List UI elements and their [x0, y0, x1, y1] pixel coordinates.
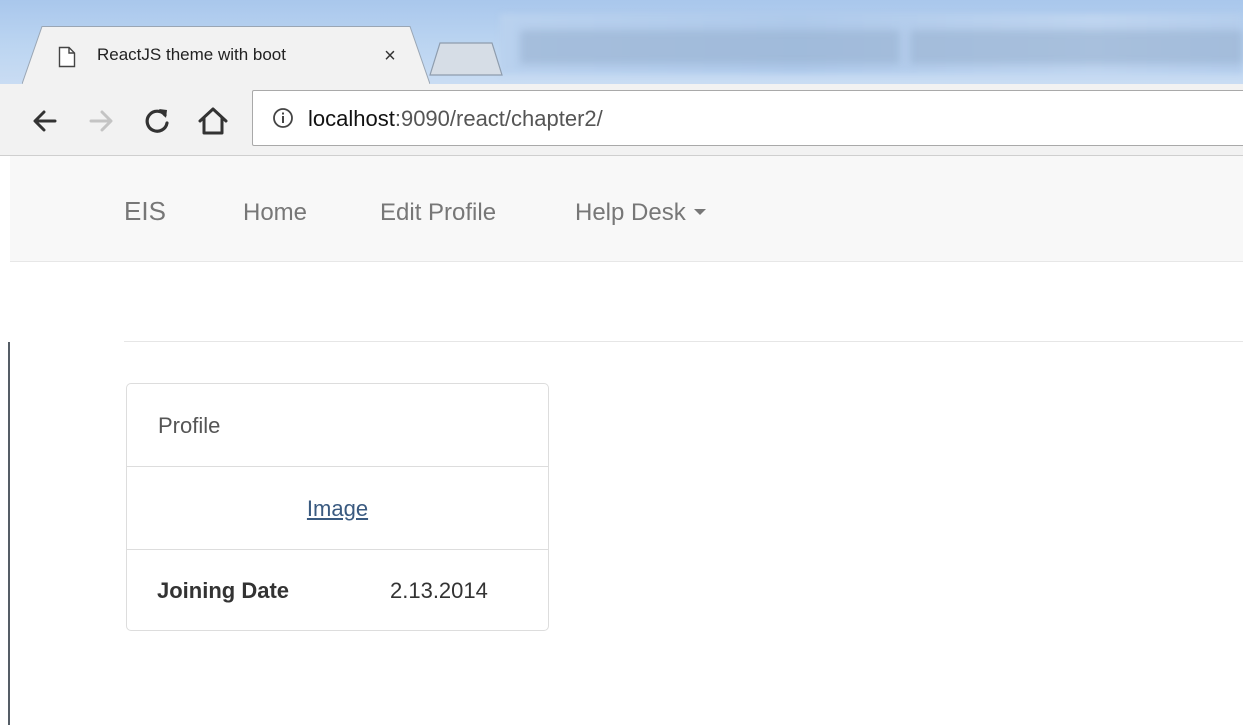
forward-arrow-icon[interactable] [84, 104, 118, 138]
panel-title: Profile [158, 413, 221, 438]
tab-title: ReactJS theme with boot [97, 45, 286, 64]
nav-item-home[interactable]: Home [243, 199, 307, 227]
info-icon[interactable] [272, 107, 294, 129]
nav-item-help-desk-label: Help Desk [575, 199, 686, 226]
caret-down-icon [693, 208, 706, 215]
left-edge [0, 262, 10, 725]
joining-date-value: 2.13.2014 [390, 578, 488, 603]
page-icon [58, 46, 76, 68]
joining-date-row: Joining Date 2.13.2014 [127, 550, 548, 630]
url-path: :9090/react/chapter2/ [394, 106, 603, 131]
nav-item-edit-profile[interactable]: Edit Profile [380, 199, 496, 227]
profile-image-link[interactable]: Image [127, 496, 548, 522]
url-host: localhost [308, 106, 395, 131]
home-icon[interactable] [196, 104, 230, 138]
profile-panel: Profile Image Joining Date 2.13.2014 [126, 383, 549, 631]
divider [124, 341, 1243, 342]
reload-icon[interactable] [140, 104, 174, 138]
blurred-tab[interactable] [520, 30, 900, 64]
profile-image-row: Image [127, 467, 548, 550]
panel-heading: Profile [127, 384, 548, 467]
blurred-tab[interactable] [910, 30, 1243, 64]
navbar-brand[interactable]: EIS [124, 196, 166, 227]
joining-date-label: Joining Date [157, 578, 290, 603]
close-icon[interactable]: × [378, 43, 402, 69]
new-tab-button[interactable] [426, 42, 504, 76]
back-arrow-icon[interactable] [28, 104, 62, 138]
url-text[interactable]: localhost:9090/react/chapter2/ [308, 106, 603, 132]
nav-item-help-desk[interactable]: Help Desk [575, 199, 706, 227]
